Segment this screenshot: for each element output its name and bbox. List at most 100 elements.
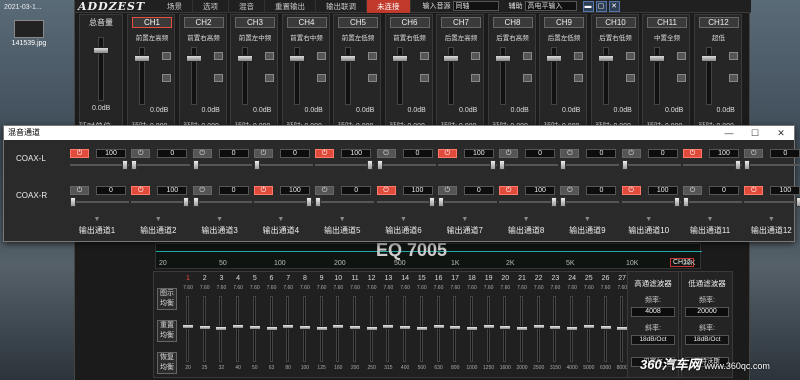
channel-invert-button[interactable] [265,74,274,82]
mix-slider-track[interactable] [560,201,620,203]
eq-band-fader-knob[interactable] [432,324,445,329]
mix-level-input[interactable]: 0 [341,186,372,195]
mix-level-input[interactable]: 100 [647,186,678,195]
channel-fader-knob[interactable] [185,55,202,62]
mix-slider-track[interactable] [744,201,800,203]
eq-band-fader-knob[interactable] [265,326,278,331]
mix-level-input[interactable]: 100 [770,186,800,195]
mix-level-input[interactable]: 100 [402,186,433,195]
mix-level-input[interactable]: 0 [647,149,678,158]
channel-fader-knob[interactable] [546,55,562,62]
power-icon[interactable]: ⏻ [560,186,580,195]
power-icon[interactable]: ⏻ [192,186,212,195]
mix-slider-track[interactable] [376,164,436,166]
channel-mute-button[interactable] [368,52,377,60]
mix-slider-knob[interactable] [437,197,444,207]
lowpass-slope-select[interactable]: 18dB/Oct [685,335,729,345]
eq-band-fader-track[interactable] [436,296,440,362]
eq-band-fader-knob[interactable] [382,324,395,329]
eq-band-fader-knob[interactable] [215,326,228,331]
channel-mode-select[interactable]: 超低 [698,32,740,42]
channel-mode-select[interactable]: 前置右低频 [389,32,431,42]
mix-level-input[interactable]: 0 [525,149,556,158]
minimize-icon[interactable]: ▬ [582,0,594,12]
mix-slider-track[interactable] [560,164,620,166]
power-icon[interactable]: ⏻ [70,186,89,195]
mix-slider-knob[interactable] [131,160,138,170]
eq-band-fader-track[interactable] [336,296,340,362]
input-source-select[interactable]: 同轴 [452,1,499,11]
channel-mode-select[interactable]: 前置左低频 [337,32,379,42]
channel-mute-button[interactable] [677,52,686,60]
mix-slider-track[interactable] [70,201,129,203]
mix-level-input[interactable]: 0 [218,186,249,195]
mix-slider-track[interactable] [499,201,559,203]
eq-band-fader-knob[interactable] [315,326,328,331]
mix-slider-knob[interactable] [735,160,741,170]
mix-level-input[interactable]: 0 [279,149,310,158]
channel-mode-select[interactable]: 后置左高频 [440,32,482,42]
mix-level-input[interactable]: 0 [402,149,433,158]
mix-level-input[interactable]: 0 [770,149,800,158]
reset-eq-button[interactable]: 重置均衡 [157,320,177,342]
eq-band-fader-knob[interactable] [582,324,595,329]
channel-mute-button[interactable] [265,52,274,60]
mix-slider-track[interactable] [192,164,252,166]
mix-level-input[interactable]: 0 [96,186,126,195]
channel-mute-button[interactable] [522,52,532,60]
mix-level-input[interactable]: 100 [341,149,372,158]
restore-eq-button[interactable]: 恢复均衡 [157,352,177,374]
mix-slider-knob[interactable] [683,197,689,207]
mix-level-input[interactable]: 0 [463,186,494,195]
power-icon[interactable]: ⏻ [131,186,151,195]
highpass-freq-input[interactable]: 4008 [631,307,675,317]
channel-fader-knob[interactable] [443,55,459,62]
mix-slider-track[interactable] [192,201,252,203]
power-icon[interactable]: ⏻ [683,149,702,158]
mix-slider-track[interactable] [131,164,191,166]
power-icon[interactable]: ⏻ [437,186,457,195]
channel-mute-button[interactable] [574,52,583,60]
aux-select[interactable]: 高电平输入 [524,1,577,11]
power-icon[interactable]: ⏻ [621,186,641,195]
eq-band-fader-knob[interactable] [532,324,545,329]
channel-mode-select[interactable]: 前置左高频 [131,32,173,42]
mix-slider-track[interactable] [621,164,681,166]
mix-slider-knob[interactable] [489,160,496,170]
mix-slider-knob[interactable] [70,197,76,207]
mix-level-input[interactable]: 100 [525,186,556,195]
mix-slider-knob[interactable] [796,197,800,207]
mix-slider-knob[interactable] [560,160,567,170]
lowpass-freq-input[interactable]: 20000 [685,307,729,317]
channel-mode-select[interactable]: 后置右高频 [492,32,534,42]
power-icon[interactable]: ⏻ [376,149,396,158]
channel-fader-knob[interactable] [700,55,717,62]
mix-slider-knob[interactable] [305,197,312,207]
channel-select-button[interactable]: CH3 [235,17,275,28]
channel-select-button[interactable]: CH5 [338,17,378,28]
eq-band-fader-knob[interactable] [182,324,194,329]
eq-band-fader-knob[interactable] [415,326,428,331]
dialog-maximize-icon[interactable]: ☐ [742,126,768,140]
power-icon[interactable]: ⏻ [744,186,764,195]
channel-mode-select[interactable]: 后置右低频 [595,32,637,42]
channel-mode-select[interactable]: 后置左低频 [543,32,585,42]
channel-mode-select[interactable]: 前置左中频 [234,32,276,42]
mix-slider-track[interactable] [437,164,497,166]
channel-select-button[interactable]: CH8 [492,17,533,28]
mix-slider-knob[interactable] [428,197,435,207]
mix-slider-track[interactable] [253,164,313,166]
power-icon[interactable]: ⏻ [253,186,273,195]
mix-slider-knob[interactable] [673,197,680,207]
power-icon[interactable]: ⏻ [376,186,396,195]
channel-select-button[interactable]: CH2 [183,17,224,28]
channel-invert-button[interactable] [522,74,532,82]
eq-band-fader-knob[interactable] [499,325,512,330]
channel-mode-select[interactable]: 前置右高频 [183,32,225,42]
channel-select-button[interactable]: CH12 [698,17,739,28]
mix-slider-track[interactable] [683,201,742,203]
mix-slider-track[interactable] [683,164,742,166]
eq-band-fader-track[interactable] [386,296,390,362]
menu-mix[interactable]: 混音 [229,0,265,13]
mix-slider-knob[interactable] [183,197,190,207]
